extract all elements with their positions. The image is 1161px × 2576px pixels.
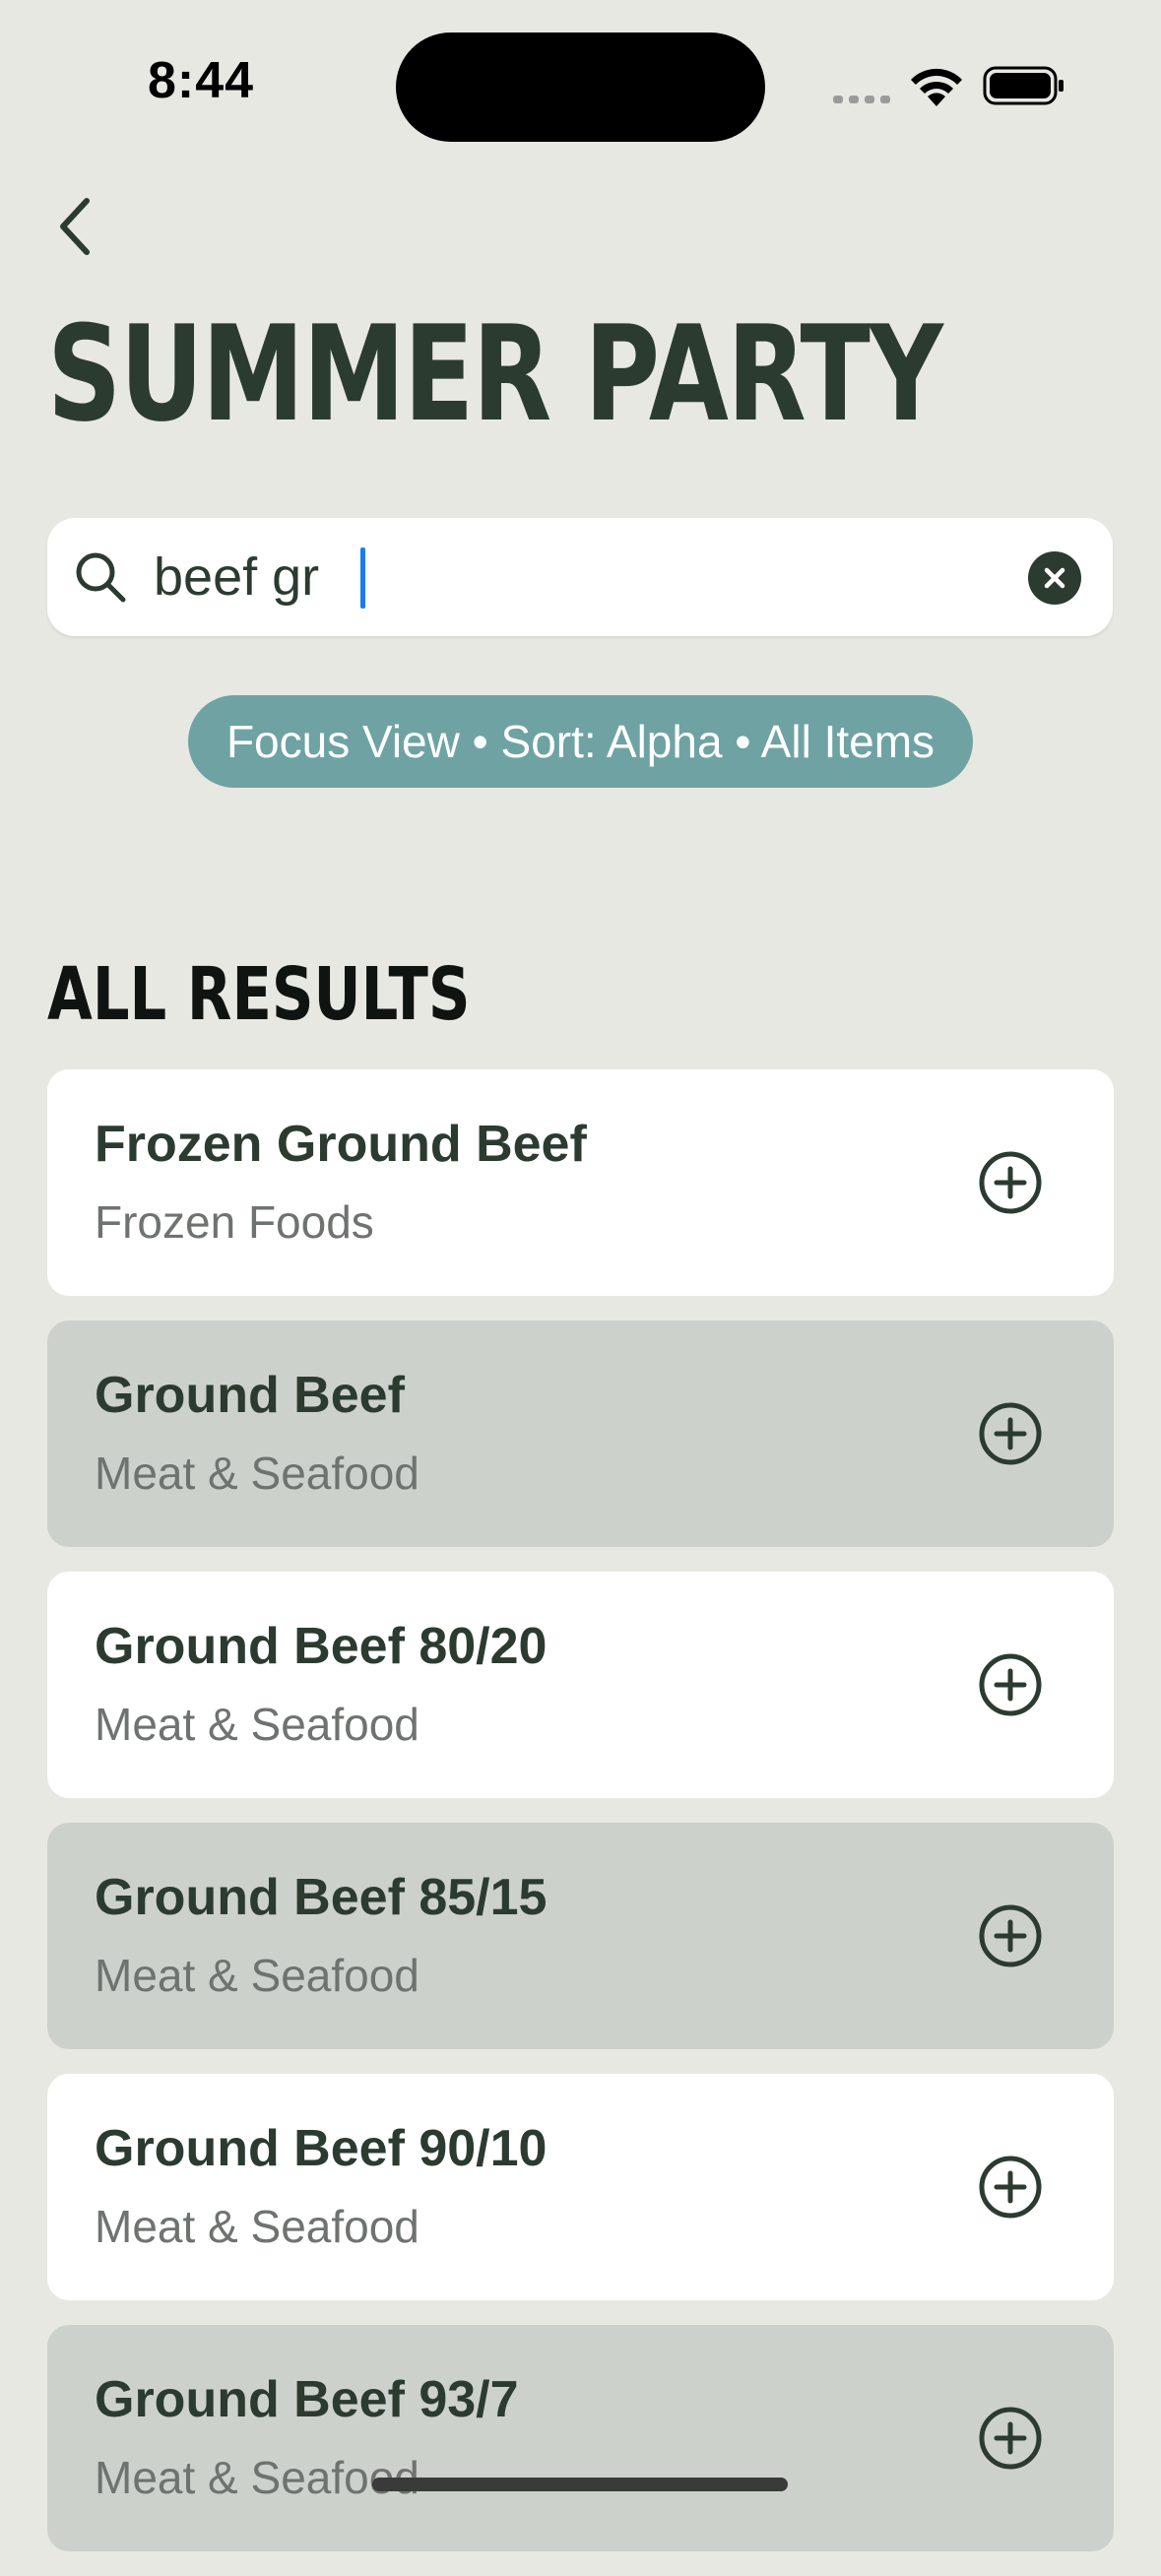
item-name: Ground Beef 90/10 [95,2120,548,2177]
item-name: Ground Beef 93/7 [95,2371,519,2428]
item-name: Ground Beef 85/15 [95,1869,548,1926]
list-item[interactable]: Ground Beef 85/15 Meat & Seafood [47,1823,1114,2049]
item-category: Frozen Foods [95,1196,374,1248]
search-bar[interactable] [47,518,1113,636]
battery-icon [983,66,1064,105]
plus-circle-icon[interactable] [978,1401,1043,1466]
item-category: Meat & Seafood [95,1448,419,1499]
home-indicator[interactable] [372,2478,788,2491]
list-item[interactable]: Ground Beef 80/20 Meat & Seafood [47,1572,1114,1798]
item-name: Frozen Ground Beef [95,1116,587,1173]
item-category: Meat & Seafood [95,2201,419,2252]
item-name: Ground Beef 80/20 [95,1618,548,1675]
list-item[interactable]: Ground Beef 90/10 Meat & Seafood [47,2074,1114,2300]
chevron-left-icon [60,198,90,255]
search-icon [76,552,126,603]
clear-search-button[interactable] [1028,551,1081,605]
status-time: 8:44 [148,52,255,109]
plus-circle-icon[interactable] [978,2406,1043,2471]
item-category: Meat & Seafood [95,1950,419,2001]
item-category: Meat & Seafood [95,2452,419,2503]
plus-circle-icon[interactable] [978,1903,1043,1968]
list-item[interactable]: Frozen Ground Beef Frozen Foods [47,1069,1114,1296]
wifi-icon [911,68,962,106]
plus-circle-icon[interactable] [978,1150,1043,1215]
item-name: Ground Beef [95,1367,405,1424]
item-category: Meat & Seafood [95,1699,419,1750]
plus-circle-icon[interactable] [978,2155,1043,2220]
results-section-title: ALL RESULTS [47,952,471,1037]
list-item[interactable]: Ground Beef Meat & Seafood [47,1320,1114,1547]
text-caret [360,547,365,609]
plus-circle-icon[interactable] [978,1652,1043,1717]
page-title: SUMMER PARTY [47,297,943,451]
search-input[interactable] [154,540,1020,614]
view-filter-button[interactable]: Focus View • Sort: Alpha • All Items [188,695,973,788]
list-item[interactable]: Ground Beef 93/7 Meat & Seafood [47,2325,1114,2551]
results-list: Frozen Ground Beef Frozen Foods Ground B… [47,1069,1114,2576]
back-button[interactable] [35,187,114,266]
dynamic-island [396,32,765,142]
clear-icon [1044,567,1065,589]
signal-icon [833,96,890,103]
status-bar: 8:44 [0,0,1161,177]
